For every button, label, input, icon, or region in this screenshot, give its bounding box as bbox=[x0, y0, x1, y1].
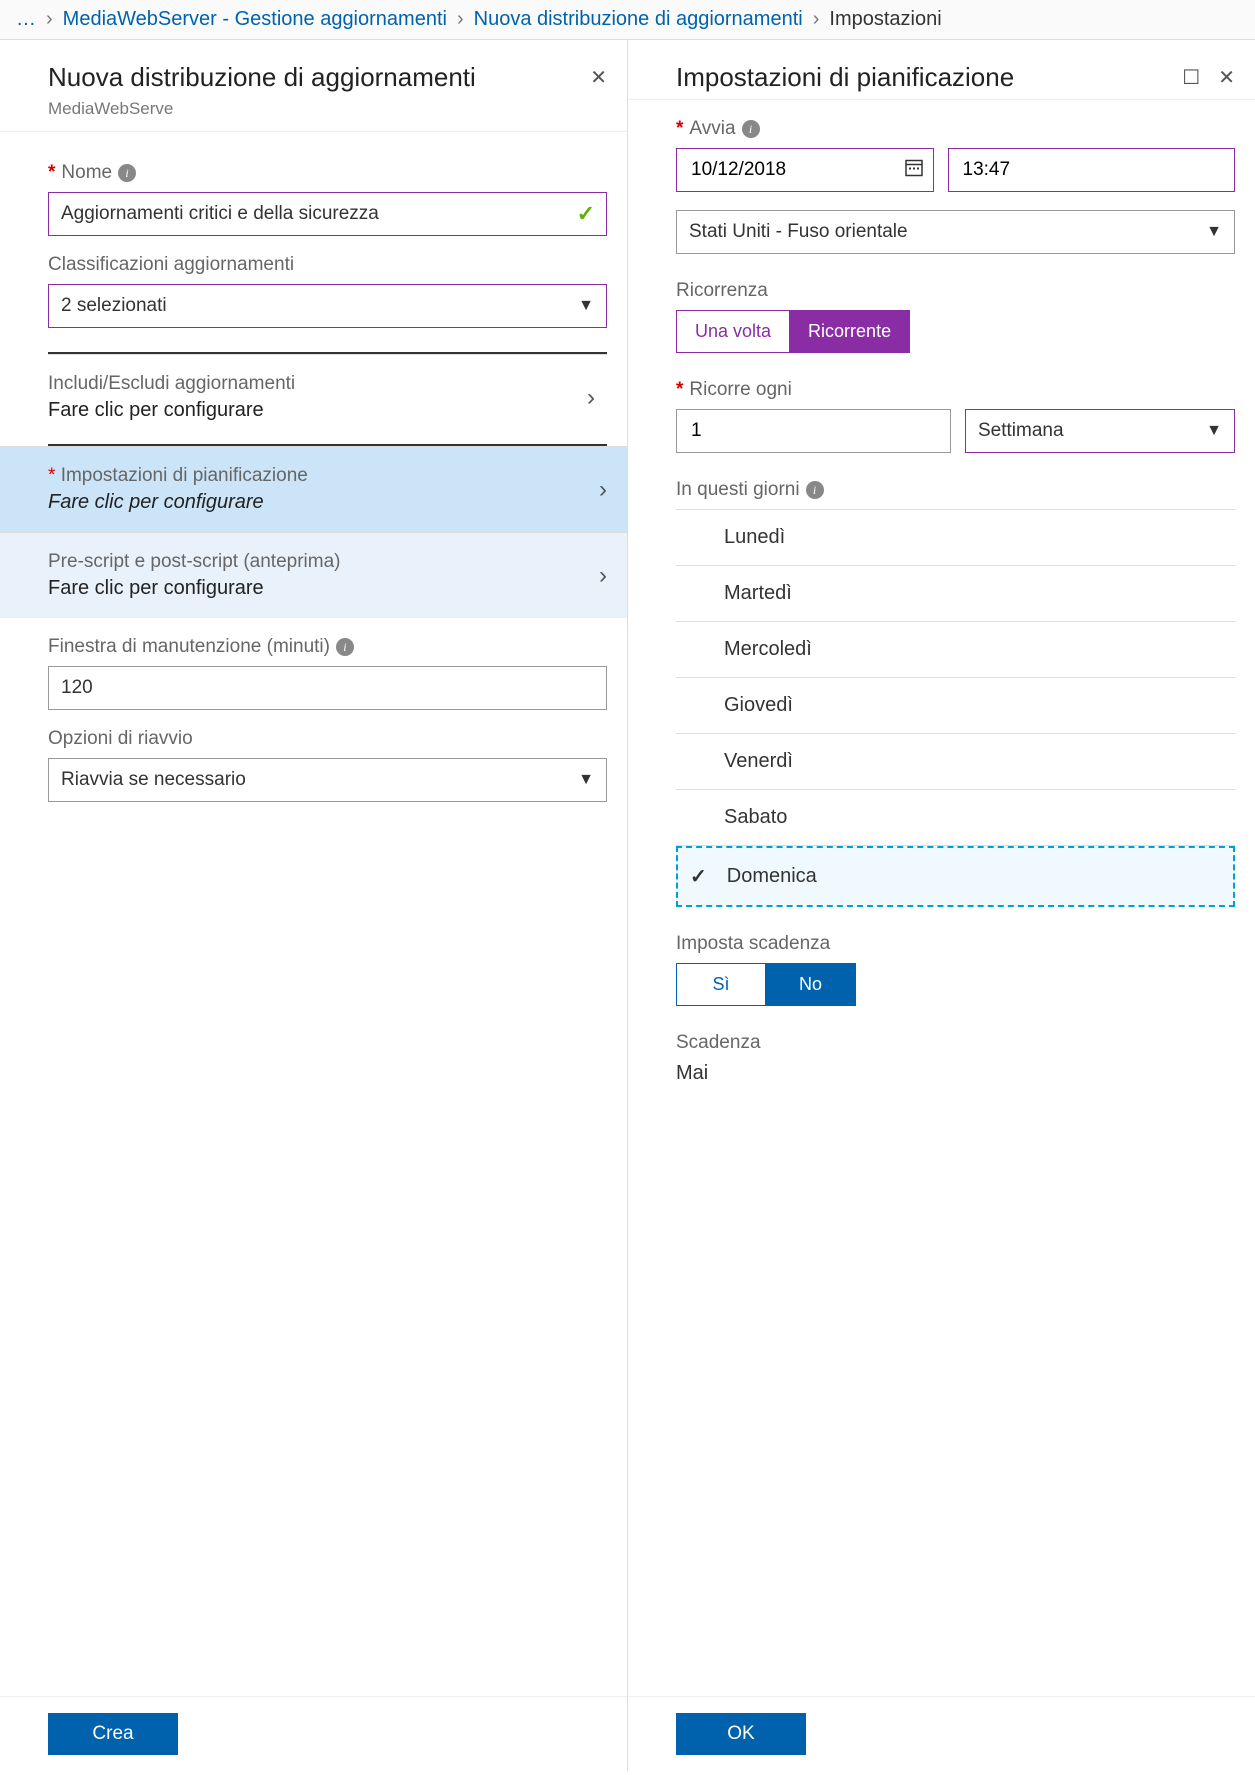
timezone-select[interactable]: Stati Uniti - Fuso orientale ▼ bbox=[676, 210, 1235, 254]
set-expiry-label: Imposta scadenza bbox=[676, 933, 1235, 955]
day-saturday[interactable]: Sabato bbox=[676, 790, 1235, 846]
close-icon[interactable]: ✕ bbox=[1218, 68, 1235, 88]
schedule-settings-panel: Impostazioni di pianificazione ☐ ✕ * Avv… bbox=[628, 40, 1255, 1771]
info-icon[interactable]: i bbox=[806, 481, 824, 499]
chevron-down-icon: ▼ bbox=[1206, 422, 1222, 440]
chevron-down-icon: ▼ bbox=[1206, 223, 1222, 241]
calendar-icon[interactable] bbox=[904, 158, 924, 183]
chevron-down-icon: ▼ bbox=[578, 771, 594, 789]
expiry-value: Mai bbox=[676, 1062, 1235, 1085]
classifications-label: Classificazioni aggiornamenti bbox=[48, 254, 607, 276]
panel-title: Nuova distribuzione di aggiornamenti bbox=[48, 62, 476, 93]
info-icon[interactable]: i bbox=[742, 120, 760, 138]
pre-post-script-row[interactable]: Pre-script e post-script (anteprima) Far… bbox=[0, 532, 627, 618]
chevron-right-icon: › bbox=[457, 8, 464, 31]
maintenance-window-label: Finestra di manutenzione (minuti) i bbox=[48, 636, 607, 658]
chevron-right-icon: › bbox=[599, 562, 607, 590]
chevron-down-icon: ▼ bbox=[578, 297, 594, 315]
recur-number-input[interactable] bbox=[676, 409, 951, 453]
name-input[interactable] bbox=[48, 192, 607, 236]
chevron-right-icon: › bbox=[813, 8, 820, 31]
info-icon[interactable]: i bbox=[336, 638, 354, 656]
day-friday[interactable]: Venerdì bbox=[676, 734, 1235, 790]
days-list: Lunedì Martedì Mercoledì Giovedì Venerdì… bbox=[676, 509, 1235, 907]
create-button[interactable]: Crea bbox=[48, 1713, 178, 1755]
no-button[interactable]: No bbox=[766, 963, 856, 1006]
ok-button[interactable]: OK bbox=[676, 1713, 806, 1755]
panel-title: Impostazioni di pianificazione bbox=[676, 62, 1014, 93]
day-wednesday[interactable]: Mercoledì bbox=[676, 622, 1235, 678]
update-deployment-panel: Nuova distribuzione di aggiornamenti ✕ M… bbox=[0, 40, 628, 1771]
day-thursday[interactable]: Giovedì bbox=[676, 678, 1235, 734]
name-label: * Nome i bbox=[48, 162, 607, 184]
classifications-select[interactable]: 2 selezionati ▼ bbox=[48, 284, 607, 328]
breadcrumb-ellipsis[interactable]: … bbox=[16, 8, 36, 31]
day-sunday[interactable]: ✓ Domenica bbox=[676, 846, 1235, 907]
expiry-label: Scadenza bbox=[676, 1032, 1235, 1054]
start-time-input[interactable] bbox=[948, 148, 1236, 192]
include-exclude-row[interactable]: Includi/Escludi aggiornamenti Fare clic … bbox=[48, 354, 607, 440]
recurrence-toggle: Una volta Ricorrente bbox=[676, 310, 1235, 353]
day-monday[interactable]: Lunedì bbox=[676, 510, 1235, 566]
reboot-options-label: Opzioni di riavvio bbox=[48, 728, 607, 750]
day-tuesday[interactable]: Martedì bbox=[676, 566, 1235, 622]
close-icon[interactable]: ✕ bbox=[590, 68, 607, 88]
schedule-settings-row[interactable]: * Impostazioni di pianificazione Fare cl… bbox=[0, 446, 627, 532]
yes-button[interactable]: Sì bbox=[676, 963, 766, 1006]
expiry-toggle: Sì No bbox=[676, 963, 1235, 1006]
breadcrumb-link-1[interactable]: MediaWebServer - Gestione aggiornamenti bbox=[63, 8, 447, 31]
breadcrumb-link-2[interactable]: Nuova distribuzione di aggiornamenti bbox=[474, 8, 803, 31]
once-button[interactable]: Una volta bbox=[676, 310, 790, 353]
reboot-options-select[interactable]: Riavvia se necessario ▼ bbox=[48, 758, 607, 802]
breadcrumb: … › MediaWebServer - Gestione aggiorname… bbox=[0, 0, 1255, 40]
info-icon[interactable]: i bbox=[118, 164, 136, 182]
breadcrumb-current: Impostazioni bbox=[829, 8, 941, 31]
recur-unit-select[interactable]: Settimana ▼ bbox=[965, 409, 1235, 453]
chevron-right-icon: › bbox=[587, 384, 595, 412]
start-label: * Avvia i bbox=[676, 118, 1235, 140]
panel-subtitle: MediaWebServe bbox=[0, 99, 627, 131]
chevron-right-icon: › bbox=[46, 8, 53, 31]
maximize-icon[interactable]: ☐ bbox=[1182, 68, 1200, 88]
recur-every-label: * Ricorre ogni bbox=[676, 379, 1235, 401]
check-icon: ✓ bbox=[577, 201, 595, 227]
start-date-input[interactable] bbox=[676, 148, 934, 192]
recurrence-label: Ricorrenza bbox=[676, 280, 1235, 302]
checkbox-checked-icon: ✓ bbox=[690, 864, 707, 889]
days-label: In questi giorni i bbox=[676, 479, 1235, 501]
maintenance-window-input[interactable] bbox=[48, 666, 607, 710]
chevron-right-icon: › bbox=[599, 476, 607, 504]
recurring-button[interactable]: Ricorrente bbox=[790, 310, 910, 353]
